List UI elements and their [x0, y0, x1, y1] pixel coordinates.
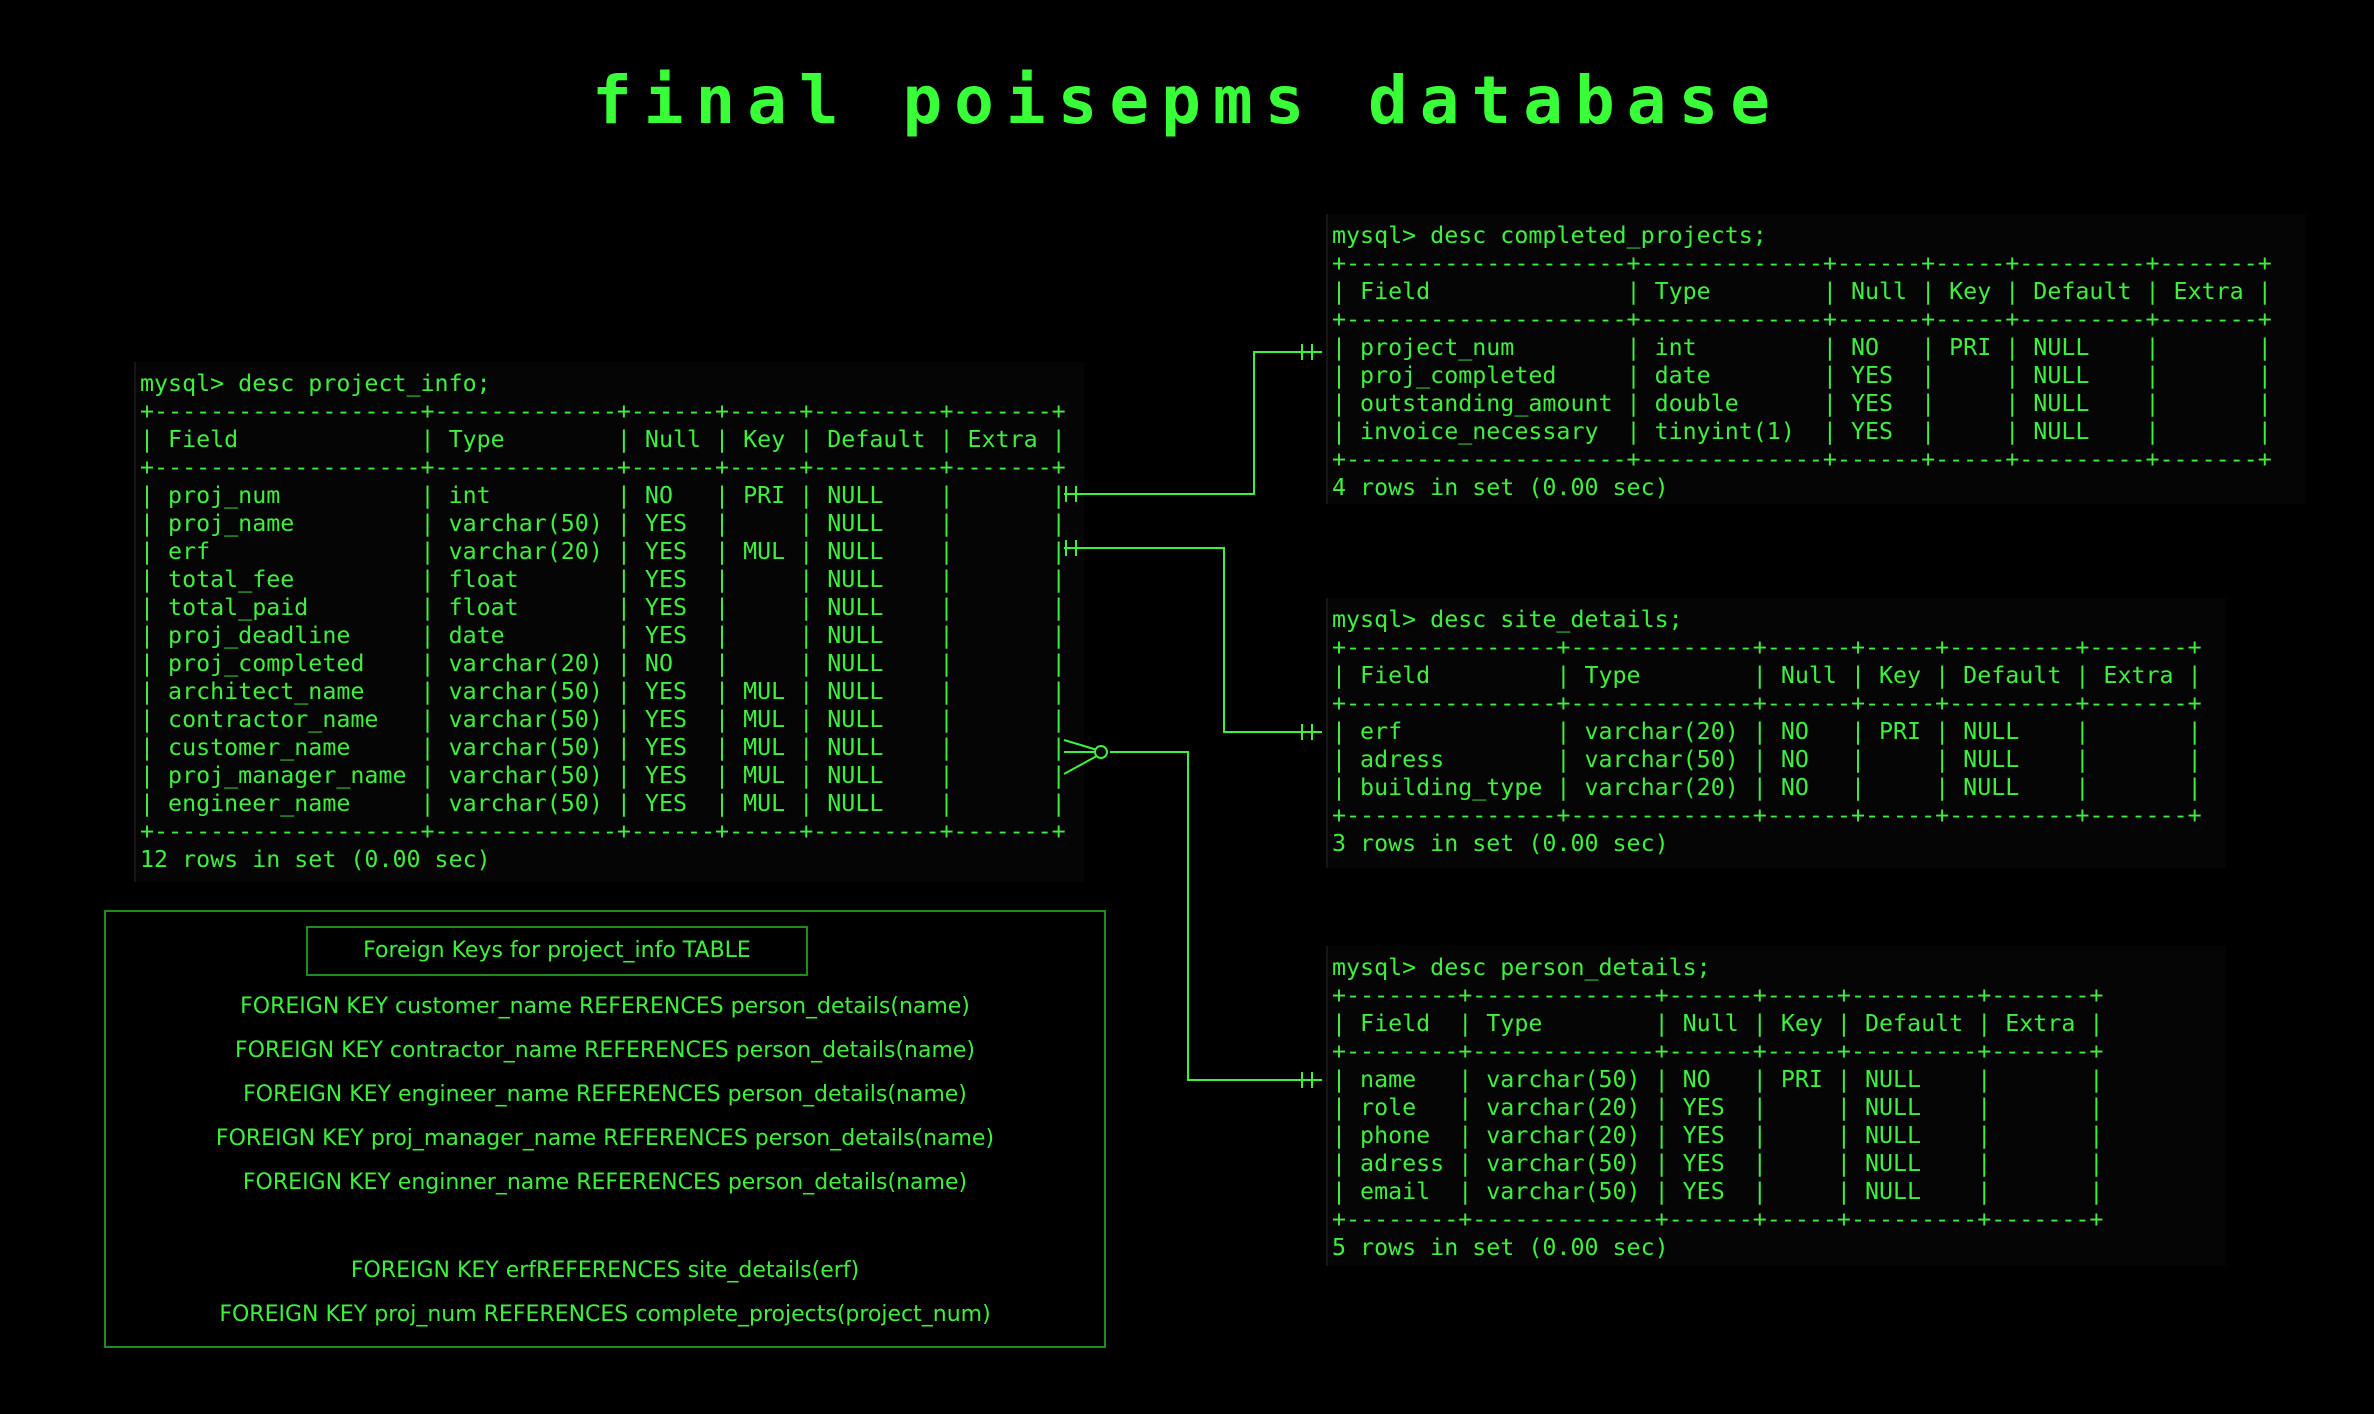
relationship-connectors [1063, 344, 1322, 1088]
connector-person-to-person-details [1110, 751, 1322, 1081]
connector-proj-num-to-completed [1064, 351, 1322, 495]
optional-marker [1094, 745, 1108, 759]
connector-erf-to-site [1064, 547, 1322, 733]
